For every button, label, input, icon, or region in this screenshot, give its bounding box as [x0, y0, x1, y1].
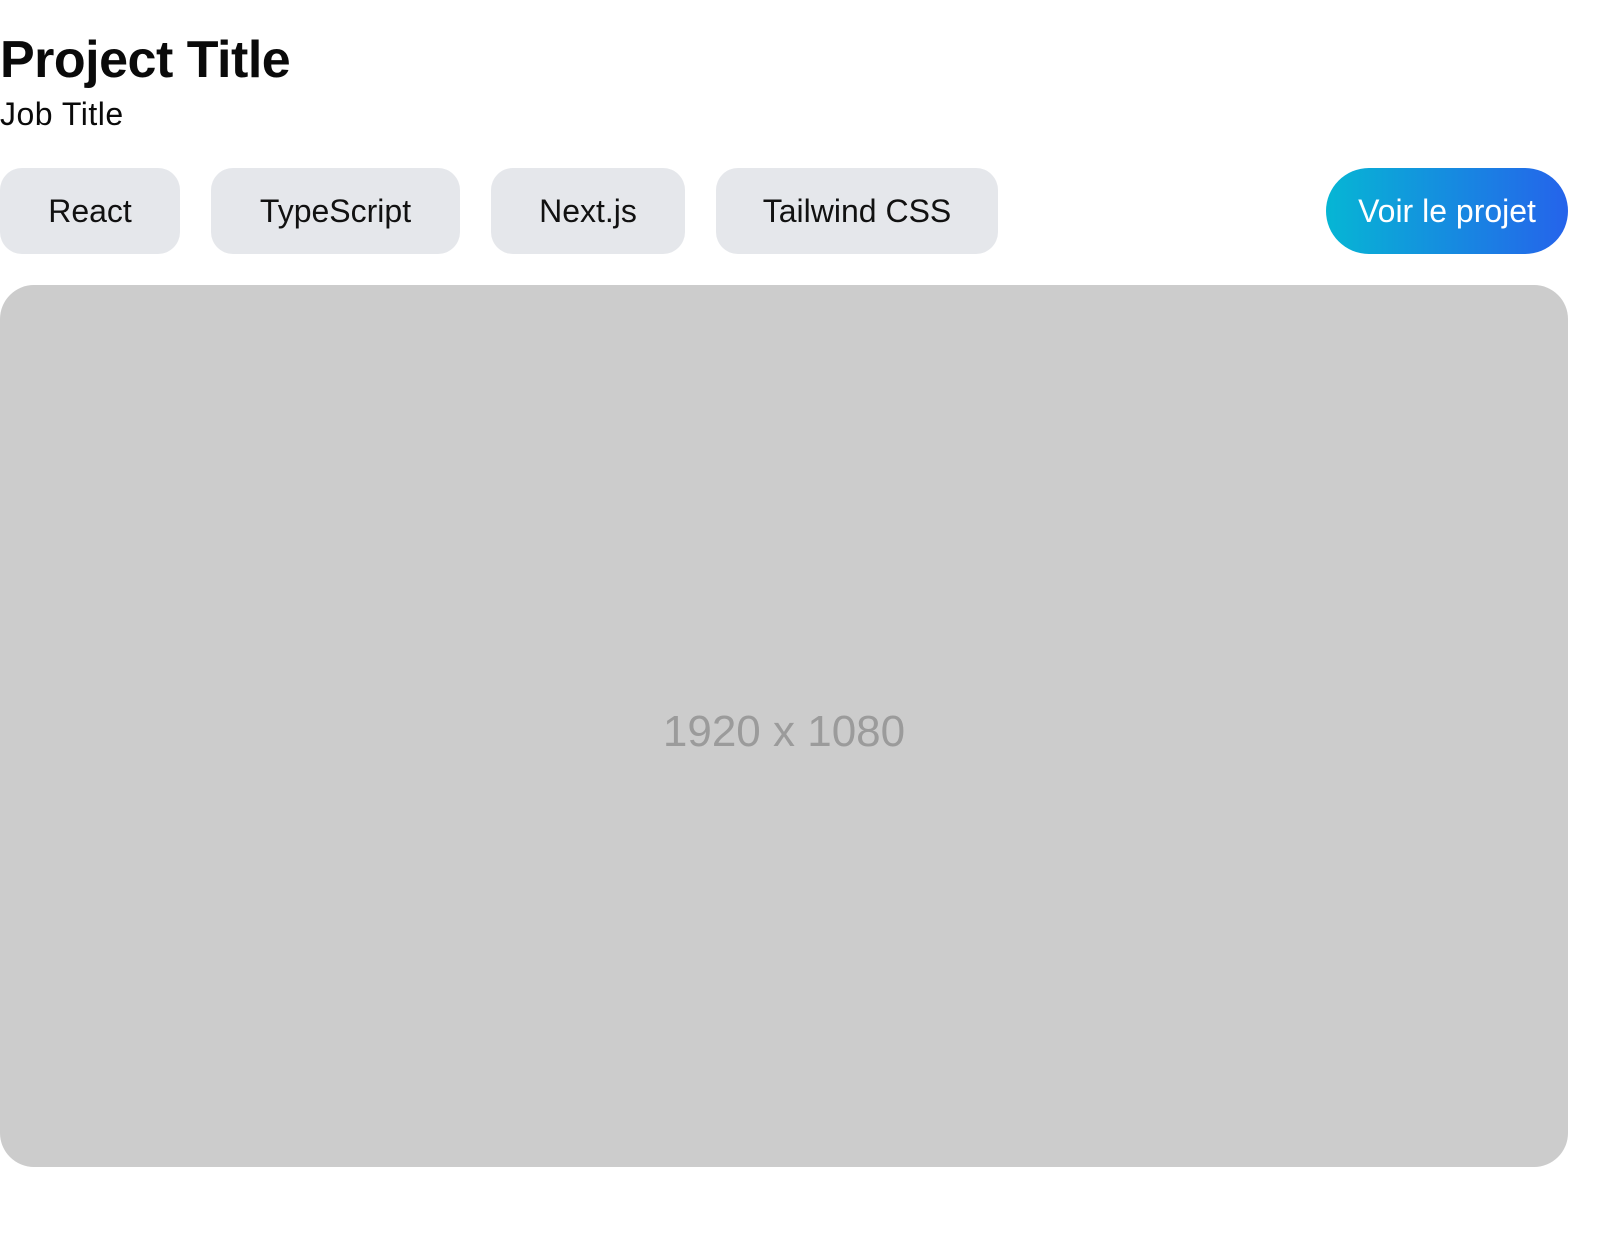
view-project-button[interactable]: Voir le projet [1326, 168, 1568, 254]
project-image-placeholder: 1920 x 1080 [0, 285, 1568, 1167]
tech-tag-list: React TypeScript Next.js Tailwind CSS [0, 168, 998, 254]
tech-tag-react: React [0, 168, 180, 254]
project-card: Project Title Job Title React TypeScript… [0, 0, 1568, 1236]
project-title: Project Title [0, 31, 291, 89]
job-title: Job Title [0, 96, 124, 132]
tech-tag-nextjs: Next.js [491, 168, 685, 254]
image-dimensions-label: 1920 x 1080 [662, 707, 906, 756]
tech-tag-tailwind: Tailwind CSS [716, 168, 998, 254]
tech-tag-typescript: TypeScript [211, 168, 460, 254]
